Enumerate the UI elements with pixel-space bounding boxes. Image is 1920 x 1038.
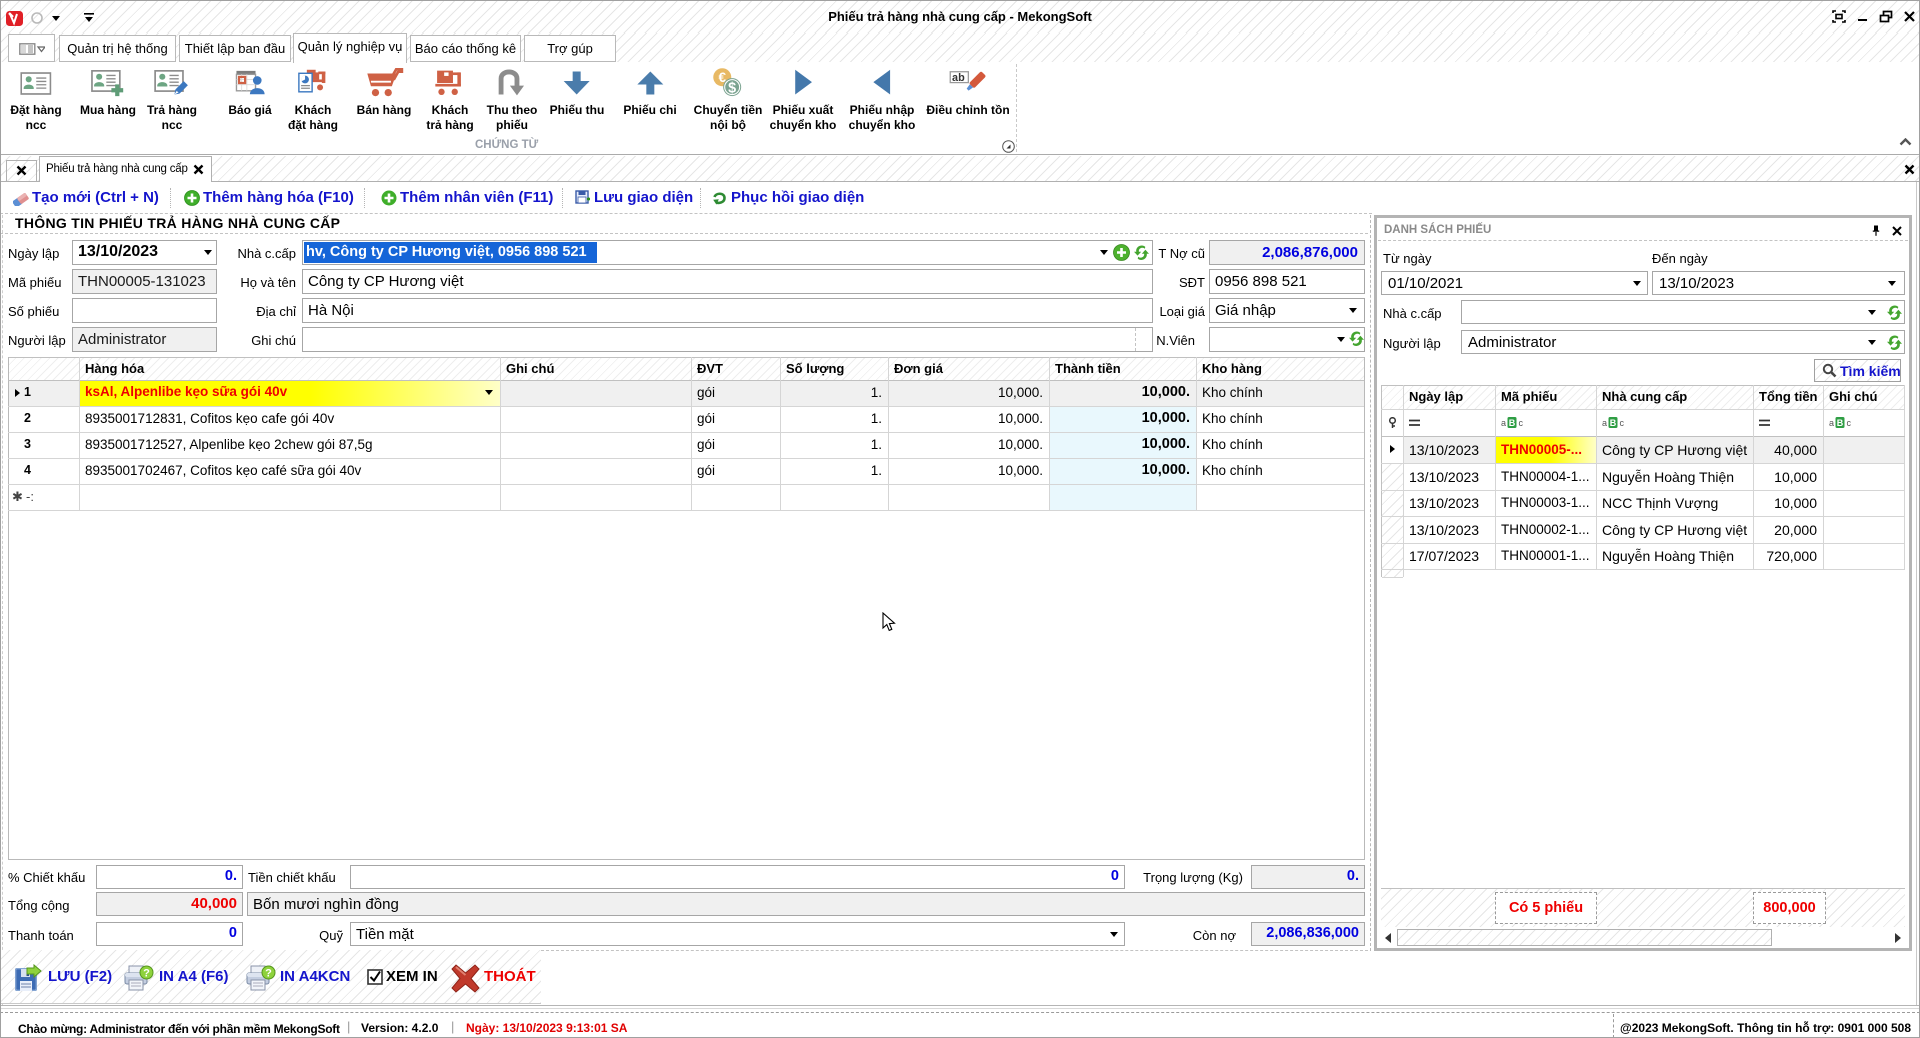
svg-text:?: ? <box>143 968 150 980</box>
svg-text:c: c <box>1519 418 1524 428</box>
svg-text:?: ? <box>265 968 272 980</box>
svg-text:c: c <box>1847 418 1852 428</box>
svg-text:$: $ <box>728 80 736 96</box>
svg-text:B: B <box>1837 418 1844 428</box>
svg-text:ab: ab <box>952 71 965 83</box>
svg-text:c: c <box>1620 418 1625 428</box>
svg-text:a: a <box>1501 418 1506 428</box>
svg-text:B: B <box>1509 418 1516 428</box>
svg-text:a: a <box>1829 418 1834 428</box>
svg-text:a: a <box>1602 418 1607 428</box>
svg-text:B: B <box>1610 418 1617 428</box>
